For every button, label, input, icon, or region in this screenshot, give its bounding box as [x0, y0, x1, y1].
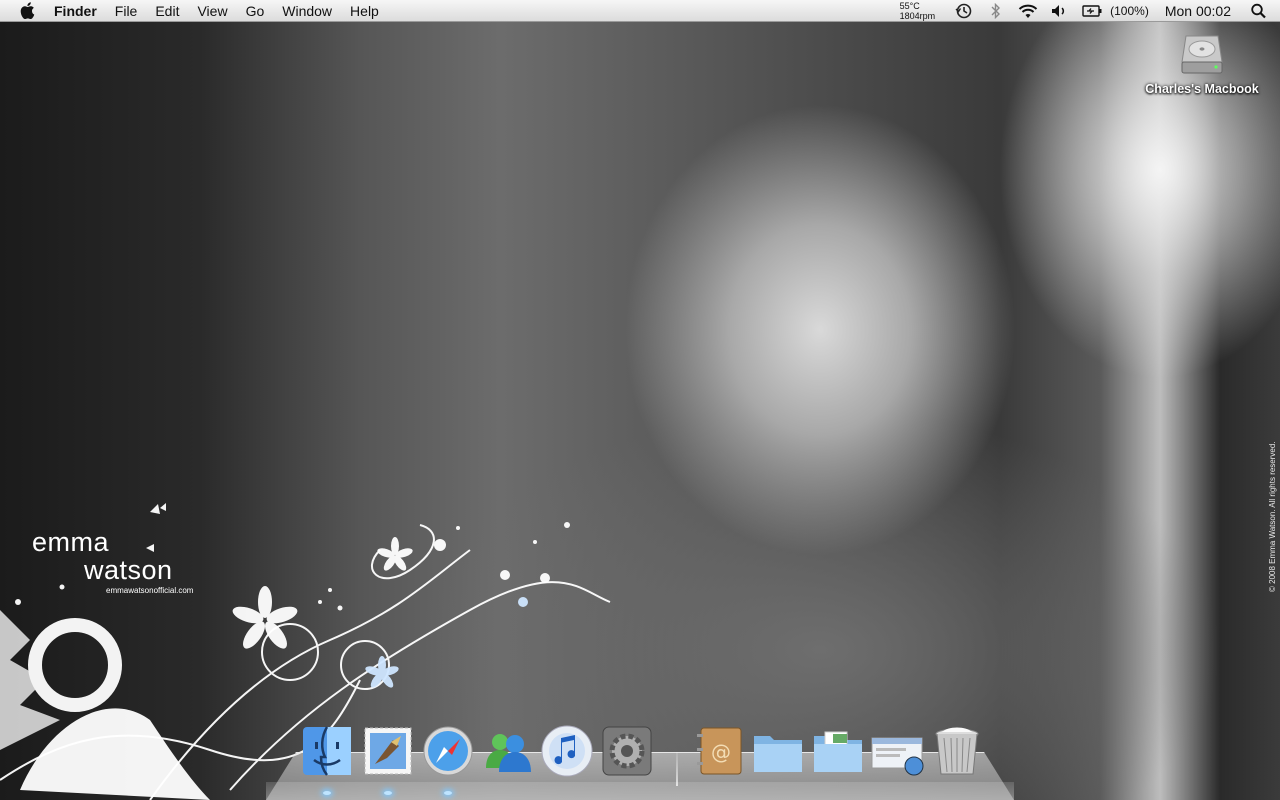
time-machine-icon[interactable] [954, 3, 974, 19]
menu-view[interactable]: View [188, 0, 236, 22]
dock-messenger[interactable] [481, 724, 535, 780]
dock-address-book[interactable]: @ [693, 724, 747, 780]
menu-extras: 55°C 1804rpm (100%) Mon 00:02 [900, 0, 1280, 22]
desktop-drive-label: Charles's Macbook [1145, 82, 1259, 96]
volume-icon[interactable] [1050, 3, 1070, 19]
dock-finder[interactable] [300, 724, 354, 780]
dock-separator[interactable] [676, 752, 678, 786]
menu-bar: Finder File Edit View Go Window Help 55°… [0, 0, 1280, 22]
finder-icon [303, 726, 351, 776]
wallpaper-website: emmawatsonofficial.com [106, 586, 194, 595]
menu-help[interactable]: Help [341, 0, 388, 22]
desktop-hard-drive[interactable]: Charles's Macbook [1140, 30, 1264, 96]
menu-app-finder[interactable]: Finder [54, 0, 106, 22]
dock-trash[interactable] [930, 724, 984, 780]
safari-icon [423, 726, 473, 776]
dock-running-indicator [384, 791, 392, 795]
menu-go[interactable]: Go [237, 0, 274, 22]
menu-clock[interactable]: Mon 00:02 [1165, 3, 1231, 19]
menu-edit[interactable]: Edit [146, 0, 188, 22]
trash-icon [935, 727, 979, 775]
spotlight-icon[interactable] [1250, 3, 1268, 19]
folder-icon [754, 736, 802, 772]
address-book-icon: @ [697, 727, 742, 775]
battery-percent[interactable]: (100%) [1110, 4, 1149, 18]
folder-icon [814, 731, 862, 772]
dock-reflection [266, 782, 1014, 800]
wallpaper-name-first: emma [32, 527, 110, 557]
downloads-stack-icon [871, 737, 924, 776]
itunes-icon [541, 725, 593, 777]
dock-documents-folder[interactable] [751, 724, 805, 780]
messenger-icon [486, 734, 531, 772]
wallpaper-copyright: © 2008 Emma Watson. All rights reserved. [1268, 441, 1277, 592]
menu-file[interactable]: File [106, 0, 147, 22]
mail-icon [364, 727, 412, 775]
dock-downloads-folder[interactable] [811, 724, 865, 780]
dock-running-indicator [444, 791, 452, 795]
dock-system-preferences[interactable] [600, 724, 654, 780]
dock-running-indicator [323, 791, 331, 795]
wifi-icon[interactable] [1018, 3, 1038, 19]
temperature-monitor[interactable]: 55°C 1804rpm [900, 1, 936, 21]
dock-safari[interactable] [421, 724, 475, 780]
menu-window[interactable]: Window [273, 0, 341, 22]
wallpaper-branding: emma watson emmawatsonofficial.com [32, 528, 193, 595]
temperature-readout: 55°C [899, 1, 920, 11]
fan-speed-readout: 1804rpm [899, 11, 936, 21]
system-preferences-icon [602, 726, 652, 776]
wallpaper-name-last: watson [84, 555, 173, 585]
bluetooth-icon[interactable] [986, 3, 1006, 19]
dock-mail[interactable] [361, 724, 415, 780]
dock-itunes[interactable] [540, 724, 594, 780]
dock-downloads-stack[interactable] [870, 724, 924, 780]
svg-text:@: @ [711, 740, 731, 764]
apple-icon[interactable] [19, 2, 35, 19]
hard-drive-icon [1181, 35, 1223, 74]
battery-icon[interactable] [1082, 3, 1102, 19]
